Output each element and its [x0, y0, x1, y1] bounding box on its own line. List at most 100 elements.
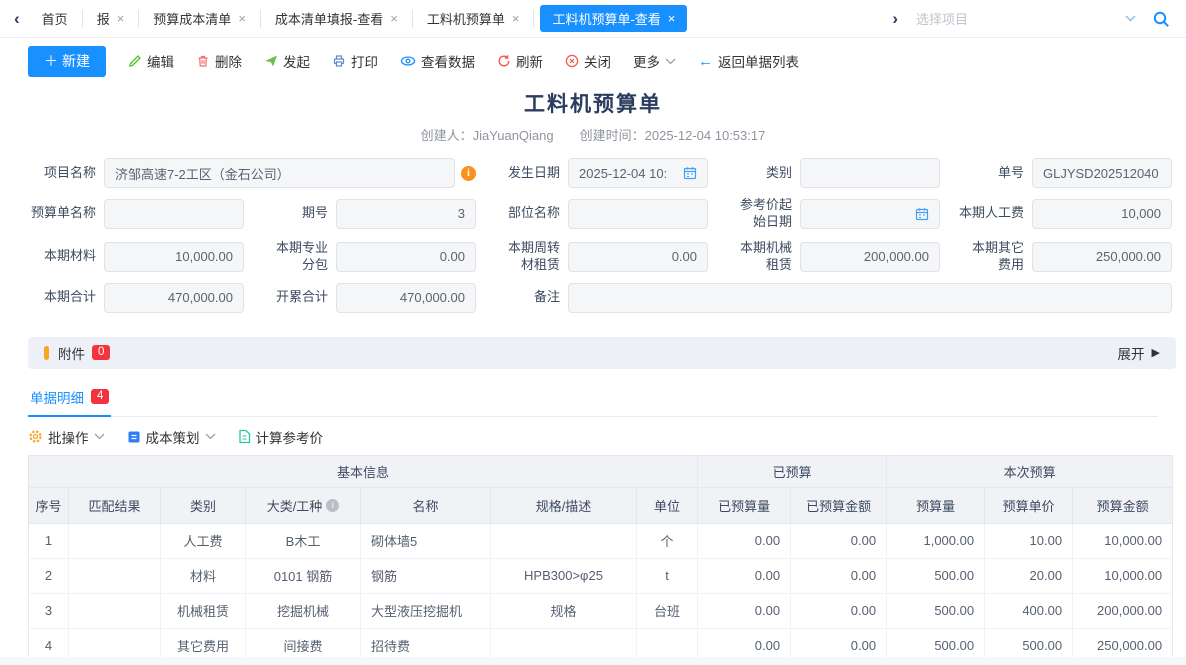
- edit-button[interactable]: 编辑: [128, 51, 174, 71]
- tabs-scroll-left-icon[interactable]: ‹: [6, 9, 28, 29]
- table-cell: [491, 523, 637, 558]
- turnover-rent-input[interactable]: 0.00: [568, 242, 708, 272]
- labor-cost-input[interactable]: 10,000: [1032, 199, 1172, 229]
- expand-button[interactable]: 展开 ▶: [1118, 343, 1160, 363]
- table-cell: 规格: [491, 593, 637, 628]
- category-input[interactable]: [800, 158, 940, 188]
- doc-no-input[interactable]: GLJYSD202512040: [1032, 158, 1172, 188]
- calendar-icon: [683, 166, 697, 180]
- field-value: 0.00: [672, 249, 697, 264]
- delete-button[interactable]: 删除: [196, 51, 242, 71]
- horizontal-scrollbar[interactable]: [0, 657, 1186, 665]
- table-cell: [69, 593, 161, 628]
- creator-label: 创建人：: [421, 128, 473, 143]
- other-cost-input[interactable]: 250,000.00: [1032, 242, 1172, 272]
- close-icon[interactable]: ×: [238, 12, 246, 25]
- creator: 创建人：JiaYuanQiang: [421, 125, 554, 144]
- table-cell: 2: [29, 558, 69, 593]
- field-value: 2025-12-04 10:: [579, 166, 667, 181]
- calc-reference-price-label: 计算参考价: [256, 427, 324, 447]
- info-icon[interactable]: i: [326, 499, 339, 512]
- search-button[interactable]: [1146, 10, 1176, 28]
- ref-price-start-date-input[interactable]: [800, 199, 940, 229]
- tab-lmm-budget-view-active[interactable]: 工料机预算单-查看 ×: [540, 5, 687, 32]
- refresh-button[interactable]: 刷新: [497, 51, 543, 71]
- field-project-name: 项目名称 济邹高速7-2工区（金石公司） i: [28, 158, 476, 188]
- info-icon[interactable]: i: [461, 166, 476, 181]
- group-header-basic-info: 基本信息: [29, 455, 698, 487]
- created-time: 创建时间：2025-12-04 10:53:17: [580, 125, 766, 144]
- close-icon[interactable]: ×: [512, 12, 520, 25]
- field-machine-rent: 本期机械 租赁 200,000.00: [724, 240, 940, 274]
- budget-name-input[interactable]: [104, 199, 244, 229]
- field-value: 济邹高速7-2工区（金石公司）: [115, 164, 290, 183]
- field-label: 发生日期: [492, 165, 568, 182]
- expand-label: 展开: [1118, 343, 1145, 363]
- print-button[interactable]: 打印: [332, 51, 378, 71]
- batch-operations-button[interactable]: 批操作: [28, 427, 105, 447]
- field-value: 0.00: [440, 249, 465, 264]
- field-label: 本期专业 分包: [260, 240, 336, 274]
- tab-doc-detail[interactable]: 单据明细 4: [28, 383, 111, 417]
- batch-operations-label: 批操作: [48, 427, 89, 447]
- col-header-budget-qty: 预算量: [887, 487, 985, 523]
- back-to-list-button[interactable]: ← 返回单据列表: [698, 51, 799, 71]
- new-button[interactable]: ＋新建: [28, 46, 106, 77]
- table-row[interactable]: 3机械租赁挖掘机械大型液压挖掘机规格台班0.000.00500.00400.00…: [29, 593, 1173, 628]
- attachment-count-badge: 0: [92, 345, 110, 361]
- calc-reference-price-button[interactable]: 计算参考价: [238, 427, 324, 447]
- close-label: 关闭: [584, 51, 611, 71]
- part-name-input[interactable]: [568, 199, 708, 229]
- field-label: 单号: [956, 165, 1032, 182]
- view-data-label: 查看数据: [421, 51, 475, 71]
- table-cell: 10,000.00: [1073, 523, 1173, 558]
- table-row[interactable]: 1人工费B木工砌体墙5个0.000.001,000.0010.0010,000.…: [29, 523, 1173, 558]
- cost-planning-button[interactable]: 成本策划: [127, 427, 216, 447]
- project-name-input[interactable]: 济邹高速7-2工区（金石公司）: [104, 158, 455, 188]
- tab-label: 工料机预算单: [427, 9, 505, 28]
- material-cost-input[interactable]: 10,000.00: [104, 242, 244, 272]
- close-icon[interactable]: ×: [117, 12, 125, 25]
- field-label: 期号: [260, 205, 336, 222]
- table-cell: 0101 钢筋: [246, 558, 361, 593]
- table-cell: 0.00: [698, 523, 791, 558]
- group-header-current-budget: 本次预算: [887, 455, 1173, 487]
- calendar-icon: [915, 207, 929, 221]
- delete-label: 删除: [215, 51, 242, 71]
- field-label: 本期机械 租赁: [724, 240, 800, 274]
- close-icon[interactable]: ×: [390, 12, 398, 25]
- tabs-scroll-right-icon[interactable]: ›: [884, 9, 906, 29]
- tab-cost-list-fill-view[interactable]: 成本清单填报-查看 ×: [261, 7, 412, 31]
- cumulative-total-input[interactable]: 470,000.00: [336, 283, 476, 313]
- tab-home[interactable]: 首页: [28, 7, 82, 31]
- detail-table-body: 1人工费B木工砌体墙5个0.000.001,000.0010.0010,000.…: [29, 523, 1173, 663]
- table-row[interactable]: 2材料0101 钢筋钢筋HPB300>φ25t0.000.00500.0020.…: [29, 558, 1173, 593]
- field-period-no: 期号 3: [260, 197, 476, 231]
- table-cell: 台班: [637, 593, 698, 628]
- launch-button[interactable]: 发起: [264, 51, 310, 71]
- toolbar: ＋新建 编辑 删除 发起 打印 查看数据 刷新 关闭: [0, 38, 1186, 84]
- table-cell: 0.00: [791, 593, 887, 628]
- remark-input[interactable]: [568, 283, 1172, 313]
- period-no-input[interactable]: 3: [336, 199, 476, 229]
- field-value: 250,000.00: [1096, 249, 1161, 264]
- issue-date-input[interactable]: 2025-12-04 10:: [568, 158, 708, 188]
- field-current-total: 本期合计 470,000.00: [28, 283, 244, 313]
- tab-truncated[interactable]: 报 ×: [83, 7, 139, 31]
- tab-lmm-budget[interactable]: 工料机预算单 ×: [413, 7, 534, 31]
- machine-rent-input[interactable]: 200,000.00: [800, 242, 940, 272]
- col-header-budgeted-amount: 已预算金额: [791, 487, 887, 523]
- field-label: 本期周转 材租赁: [492, 240, 568, 274]
- tab-label: 成本清单填报-查看: [275, 9, 383, 28]
- subcontract-cost-input[interactable]: 0.00: [336, 242, 476, 272]
- tab-budget-cost-list[interactable]: 预算成本清单 ×: [139, 7, 260, 31]
- col-header-budget-price: 预算单价: [985, 487, 1073, 523]
- tab-label: 首页: [42, 9, 68, 28]
- project-select[interactable]: 选择项目: [906, 9, 1146, 28]
- close-icon[interactable]: ×: [668, 12, 676, 25]
- current-total-input[interactable]: 470,000.00: [104, 283, 244, 313]
- table-cell: 200,000.00: [1073, 593, 1173, 628]
- more-button[interactable]: 更多: [633, 51, 676, 71]
- view-data-button[interactable]: 查看数据: [400, 51, 475, 71]
- close-button[interactable]: 关闭: [565, 51, 611, 71]
